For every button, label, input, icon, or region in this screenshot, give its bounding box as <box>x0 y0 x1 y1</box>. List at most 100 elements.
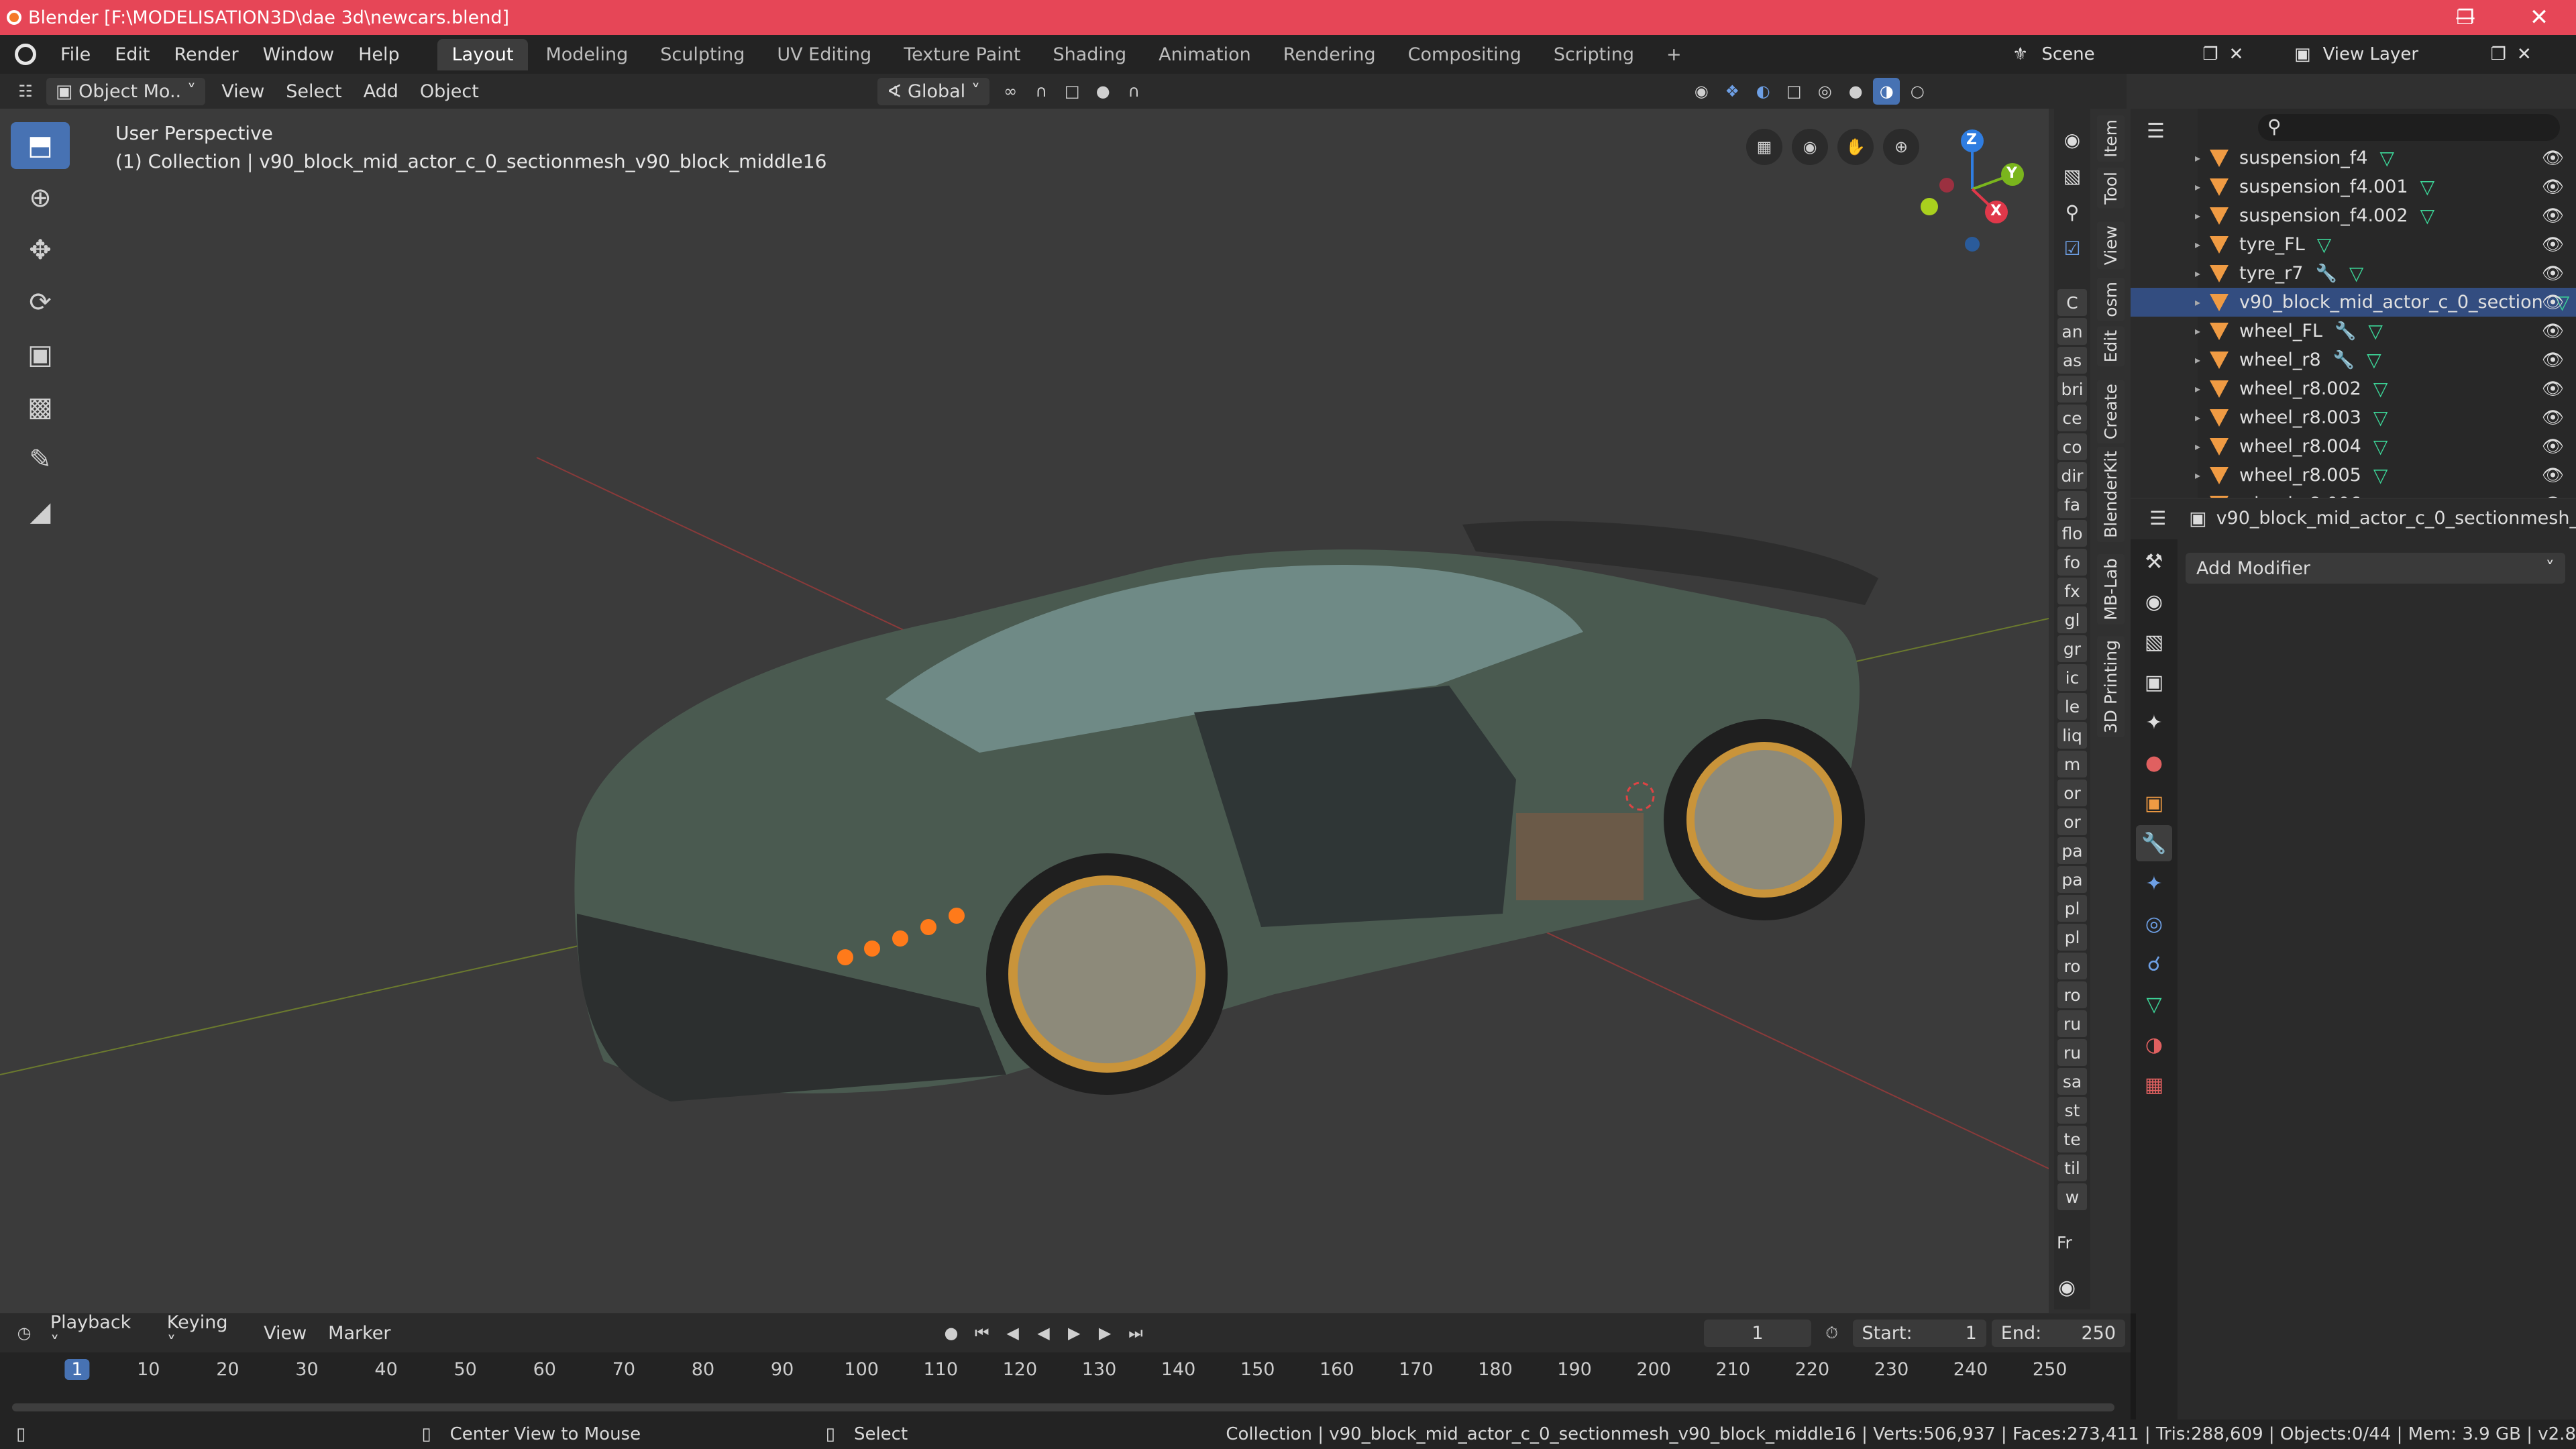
new-view-layer-icon[interactable]: ❐ <box>2491 44 2506 64</box>
rotate-tool-icon[interactable]: ⟳ <box>11 279 70 326</box>
expand-arrow-icon[interactable]: ▸ <box>2195 296 2200 309</box>
sidebar-prop-button[interactable]: le <box>2057 693 2087 720</box>
sidebar-prop-button[interactable]: an <box>2057 318 2087 345</box>
mesh-data-icon[interactable]: ▽ <box>2373 493 2388 498</box>
expand-arrow-icon[interactable]: ▸ <box>2195 152 2200 164</box>
mesh-data-icon[interactable]: ▽ <box>2373 464 2388 486</box>
timeline-editor-icon[interactable]: ◷ <box>11 1320 38 1346</box>
tab-rendering[interactable]: Rendering <box>1269 39 1391 70</box>
camera-view-icon[interactable]: ◉ <box>1792 129 1828 165</box>
wireframe-shading-icon[interactable]: ◎ <box>1811 78 1838 105</box>
falloff-icon[interactable]: ∩ <box>1120 78 1147 105</box>
sidebar-prop-button[interactable]: or <box>2057 808 2087 835</box>
gizmo-neg-x-icon[interactable] <box>1939 178 1954 193</box>
sidebar-prop-button[interactable]: pa <box>2057 837 2087 864</box>
expand-arrow-icon[interactable]: ▸ <box>2195 180 2200 193</box>
outliner-item[interactable]: ▸ wheel_r8 🔧 ▽ 👁 <box>2131 345 2576 374</box>
mesh-data-icon[interactable]: ▽ <box>2367 349 2381 371</box>
menu-select[interactable]: Select <box>275 78 352 105</box>
jump-end-icon[interactable]: ⏭ <box>1122 1320 1149 1346</box>
outliner-item[interactable]: ▸ wheel_r8.003 ▽ 👁 <box>2131 403 2576 432</box>
restore-button[interactable]: ❐ <box>2428 0 2502 35</box>
annotate-tool-icon[interactable]: ✎ <box>11 436 70 483</box>
output-properties-icon[interactable]: ▧ <box>2136 624 2172 660</box>
tab-shading[interactable]: Shading <box>1038 39 1141 70</box>
visibility-eye-icon[interactable]: 👁 <box>2542 379 2564 399</box>
sidebar-prop-button[interactable]: fa <box>2057 491 2087 518</box>
outliner-item[interactable]: ▸ suspension_f4 ▽ 👁 <box>2131 144 2576 172</box>
sidebar-prop-button[interactable]: ru <box>2057 1039 2087 1066</box>
outliner-item[interactable]: ▸wheel_r8.006▽👁 <box>2131 490 2576 498</box>
mesh-data-icon[interactable]: ▽ <box>2373 378 2388 400</box>
sidebar-prop-button[interactable]: gl <box>2057 606 2087 633</box>
grid-view-icon[interactable]: ▦ <box>1746 129 1782 165</box>
sidebar-prop-button[interactable]: gr <box>2057 635 2087 662</box>
tab-compositing[interactable]: Compositing <box>1393 39 1536 70</box>
menu-window[interactable]: Window <box>251 44 346 65</box>
sidebar-tab-create[interactable]: Create <box>2097 380 2125 444</box>
overlay-icon[interactable]: ◐ <box>1750 78 1776 105</box>
visibility-eye-icon[interactable]: 👁 <box>2542 264 2564 284</box>
pivot-icon[interactable]: ∞ <box>997 78 1024 105</box>
sidebar-tab-item[interactable]: Item <box>2097 115 2125 162</box>
add-modifier-dropdown[interactable]: Add Modifier ˅ <box>2186 553 2565 584</box>
outliner-item[interactable]: ▸ wheel_r8.005 ▽ 👁 <box>2131 461 2576 490</box>
outliner-item[interactable]: ▸ suspension_f4.001 ▽ 👁 <box>2131 172 2576 201</box>
material-properties-icon[interactable]: ◑ <box>2136 1026 2172 1063</box>
record-icon[interactable]: ● <box>938 1320 965 1346</box>
menu-playback[interactable]: Playback ˅ <box>40 1309 156 1356</box>
expand-arrow-icon[interactable]: ▸ <box>2195 440 2200 453</box>
move-tool-icon[interactable]: ✥ <box>11 227 70 274</box>
checkbox-icon[interactable]: ☑ <box>2057 237 2087 264</box>
material-shading-icon[interactable]: ◑ <box>1873 78 1900 105</box>
sidebar-tab-edit[interactable]: Edit <box>2097 326 2125 367</box>
tab-sculpting[interactable]: Sculpting <box>645 39 759 70</box>
sidebar-prop-button[interactable]: pl <box>2057 895 2087 922</box>
rendered-shading-icon[interactable]: ○ <box>1904 78 1931 105</box>
menu-file[interactable]: File <box>48 44 103 65</box>
sidebar-prop-button[interactable]: dir <box>2057 462 2087 489</box>
sidebar-prop-button[interactable]: liq <box>2057 722 2087 749</box>
visibility-eye-icon[interactable]: 👁 <box>2542 494 2564 498</box>
world-properties-icon[interactable]: ● <box>2136 745 2172 781</box>
mesh-data-icon[interactable]: ▽ <box>2368 320 2383 342</box>
tab-scripting[interactable]: Scripting <box>1539 39 1649 70</box>
sidebar-prop-button[interactable]: flo <box>2057 520 2087 547</box>
sidebar-prop-button[interactable]: m <box>2057 751 2087 777</box>
end-frame-field[interactable]: End: 250 <box>1991 1319 2126 1347</box>
scene-selector[interactable]: ⚜ Scene ❐ ✕ <box>2012 40 2243 68</box>
visibility-eye-icon[interactable]: 👁 <box>2542 321 2564 341</box>
pan-hand-icon[interactable]: ✋ <box>1837 129 1874 165</box>
xray-icon[interactable]: □ <box>1780 78 1807 105</box>
sidebar-prop-button[interactable]: pl <box>2057 924 2087 951</box>
menu-timeline-view[interactable]: View <box>253 1320 317 1346</box>
mesh-data-icon[interactable]: ▽ <box>2420 176 2435 198</box>
3d-viewport[interactable]: User Perspective (1) Collection | v90_bl… <box>0 109 2049 1313</box>
view-layer-selector[interactable]: ▣ View Layer ❐ ✕ <box>2294 40 2532 68</box>
start-frame-field[interactable]: Start: 1 <box>1852 1319 1986 1347</box>
expand-arrow-icon[interactable]: ▸ <box>2195 238 2200 251</box>
menu-help[interactable]: Help <box>346 44 412 65</box>
sidebar-prop-button[interactable]: fx <box>2057 578 2087 604</box>
cursor-tool-icon[interactable]: ⊕ <box>11 174 70 221</box>
play-icon[interactable]: ▶ <box>1061 1320 1087 1346</box>
expand-arrow-icon[interactable]: ▸ <box>2195 411 2200 424</box>
render-properties-icon[interactable]: ◉ <box>2136 584 2172 620</box>
expand-arrow-icon[interactable]: ▸ <box>2195 325 2200 337</box>
delete-scene-icon[interactable]: ✕ <box>2229 44 2244 64</box>
properties-editor-icon[interactable]: ☰ <box>2149 507 2166 529</box>
transform-tool-icon[interactable]: ▩ <box>11 384 70 431</box>
proportional-edit-icon[interactable]: ● <box>1089 78 1116 105</box>
menu-marker[interactable]: Marker <box>317 1320 401 1346</box>
data-properties-icon[interactable]: ▽ <box>2136 986 2172 1022</box>
expand-arrow-icon[interactable]: ▸ <box>2195 209 2200 222</box>
snap-icon[interactable]: ∩ <box>1028 78 1055 105</box>
globe-icon[interactable]: ◉ <box>2058 1276 2076 1299</box>
sidebar-prop-button[interactable]: as <box>2057 347 2087 374</box>
search-icon[interactable]: ⚲ <box>2057 201 2087 228</box>
mesh-data-icon[interactable]: ▽ <box>2317 233 2332 256</box>
blender-menu-icon[interactable] <box>15 44 36 65</box>
snap-target-icon[interactable]: □ <box>1059 78 1085 105</box>
sidebar-prop-button[interactable]: st <box>2057 1097 2087 1124</box>
sidebar-prop-button[interactable]: co <box>2057 433 2087 460</box>
